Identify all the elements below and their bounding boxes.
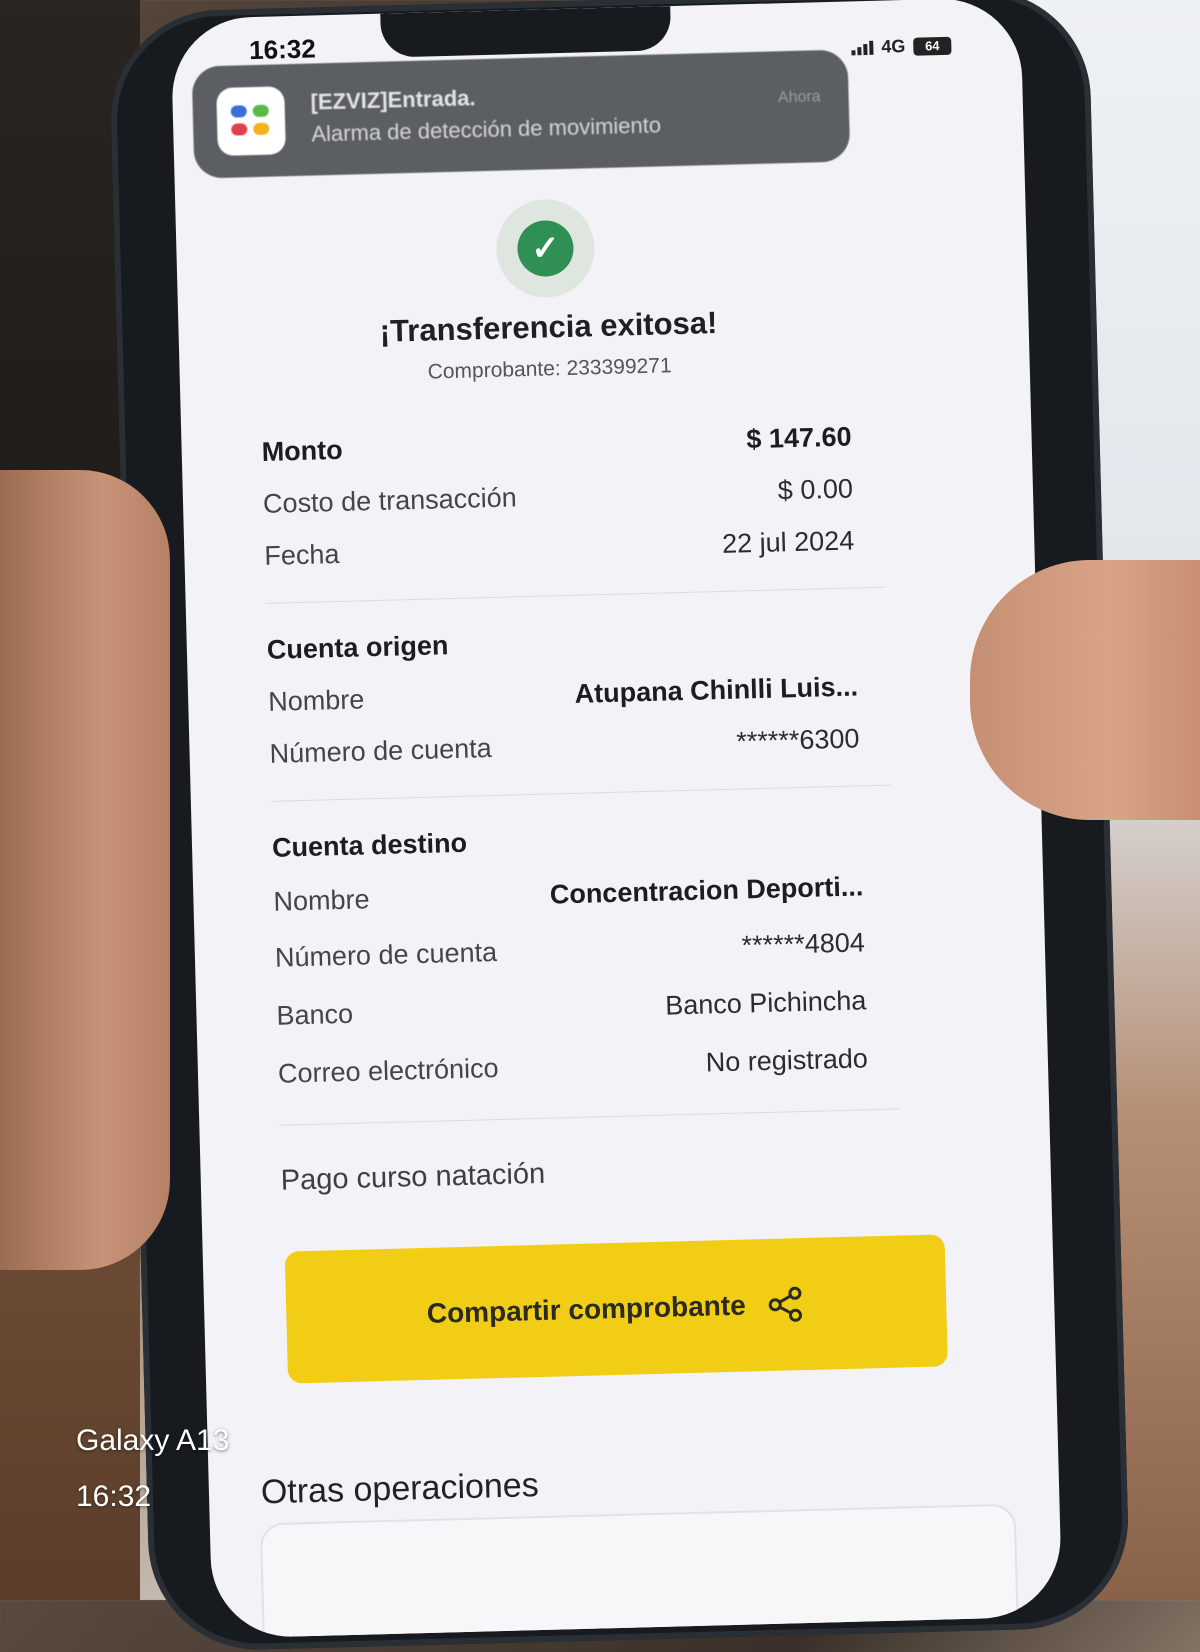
divider [279,1108,900,1126]
date-label: Fecha [264,538,340,571]
amount-row: Monto $ 147.60 [261,422,852,468]
fee-value: $ 0.00 [777,473,854,506]
checkmark-icon: ✓ [516,219,575,278]
success-badge: ✓ [495,198,596,299]
notification-body: Alarma de detección de movimiento [311,112,662,147]
right-finger [970,560,1200,820]
battery-icon: 64 [913,36,952,56]
fee-label: Costo de transacción [262,482,518,519]
status-time: 16:32 [248,33,317,66]
phone: 16:32 4G 64 [EZVIZ]Entrada. Alarma de de… [108,0,1131,1652]
amount-value: $ 147.60 [746,421,852,455]
other-operations-card[interactable] [259,1503,1020,1639]
origin-name-value: Atupana Chinlli Luis... [574,671,859,709]
destination-account-row: Número de cuenta ******4804 [275,927,866,973]
origin-account-value: ******6300 [735,723,860,757]
email-value: No registrado [705,1043,869,1078]
date-value: 22 jul 2024 [721,525,855,559]
divider [270,784,891,802]
origin-account-row: Número de cuenta ******6300 [269,723,860,769]
bank-row: Banco Banco Pichincha [276,985,867,1031]
receipt-number: Comprobante: 233399271 [427,354,672,384]
network-label: 4G [881,35,906,57]
origin-name-row: Nombre Atupana Chinlli Luis... [268,671,859,717]
destination-account-label: Número de cuenta [274,936,498,973]
camera-time-watermark: 16:32 [76,1480,152,1513]
date-row: Fecha 22 jul 2024 [264,525,855,571]
destination-account-value: ******4804 [741,927,866,961]
email-row: Correo electrónico No registrado [278,1043,869,1089]
share-button-label: Compartir comprobante [426,1289,747,1329]
destination-name-row: Nombre Concentracion Deporti... [273,871,864,917]
origin-name-label: Nombre [267,684,365,717]
other-operations-heading: Otras operaciones [260,1466,540,1512]
fee-row: Costo de transacción $ 0.00 [263,474,854,520]
origin-account-label: Número de cuenta [269,733,493,769]
destination-name-value: Concentracion Deporti... [549,871,864,910]
destination-heading: Cuenta destino [271,827,468,863]
notification-title: [EZVIZ]Entrada. [310,85,476,115]
email-label: Correo electrónico [277,1052,499,1089]
bank-label: Banco [276,998,354,1031]
page-title: ¡Transferencia exitosa! [379,304,718,349]
origin-heading: Cuenta origen [266,630,449,665]
amount-label: Monto [261,434,344,467]
notch [380,6,672,58]
phone-screen: 16:32 4G 64 [EZVIZ]Entrada. Alarma de de… [170,0,1063,1639]
share-icon [769,1286,803,1322]
destination-name-label: Nombre [273,884,370,917]
signal-icon [851,40,874,55]
camera-model-watermark: Galaxy A13 [76,1424,230,1457]
notification-time: Ahora [777,88,821,107]
ezviz-app-icon [216,86,286,157]
push-notification[interactable]: [EZVIZ]Entrada. Alarma de detección de m… [191,49,851,179]
left-finger [0,470,170,1270]
transfer-description: Pago curso natación [280,1157,546,1197]
share-receipt-button[interactable]: Compartir comprobante [284,1234,948,1384]
bank-value: Banco Pichincha [664,985,867,1021]
status-indicators: 4G 64 [851,35,952,59]
divider [265,586,886,604]
